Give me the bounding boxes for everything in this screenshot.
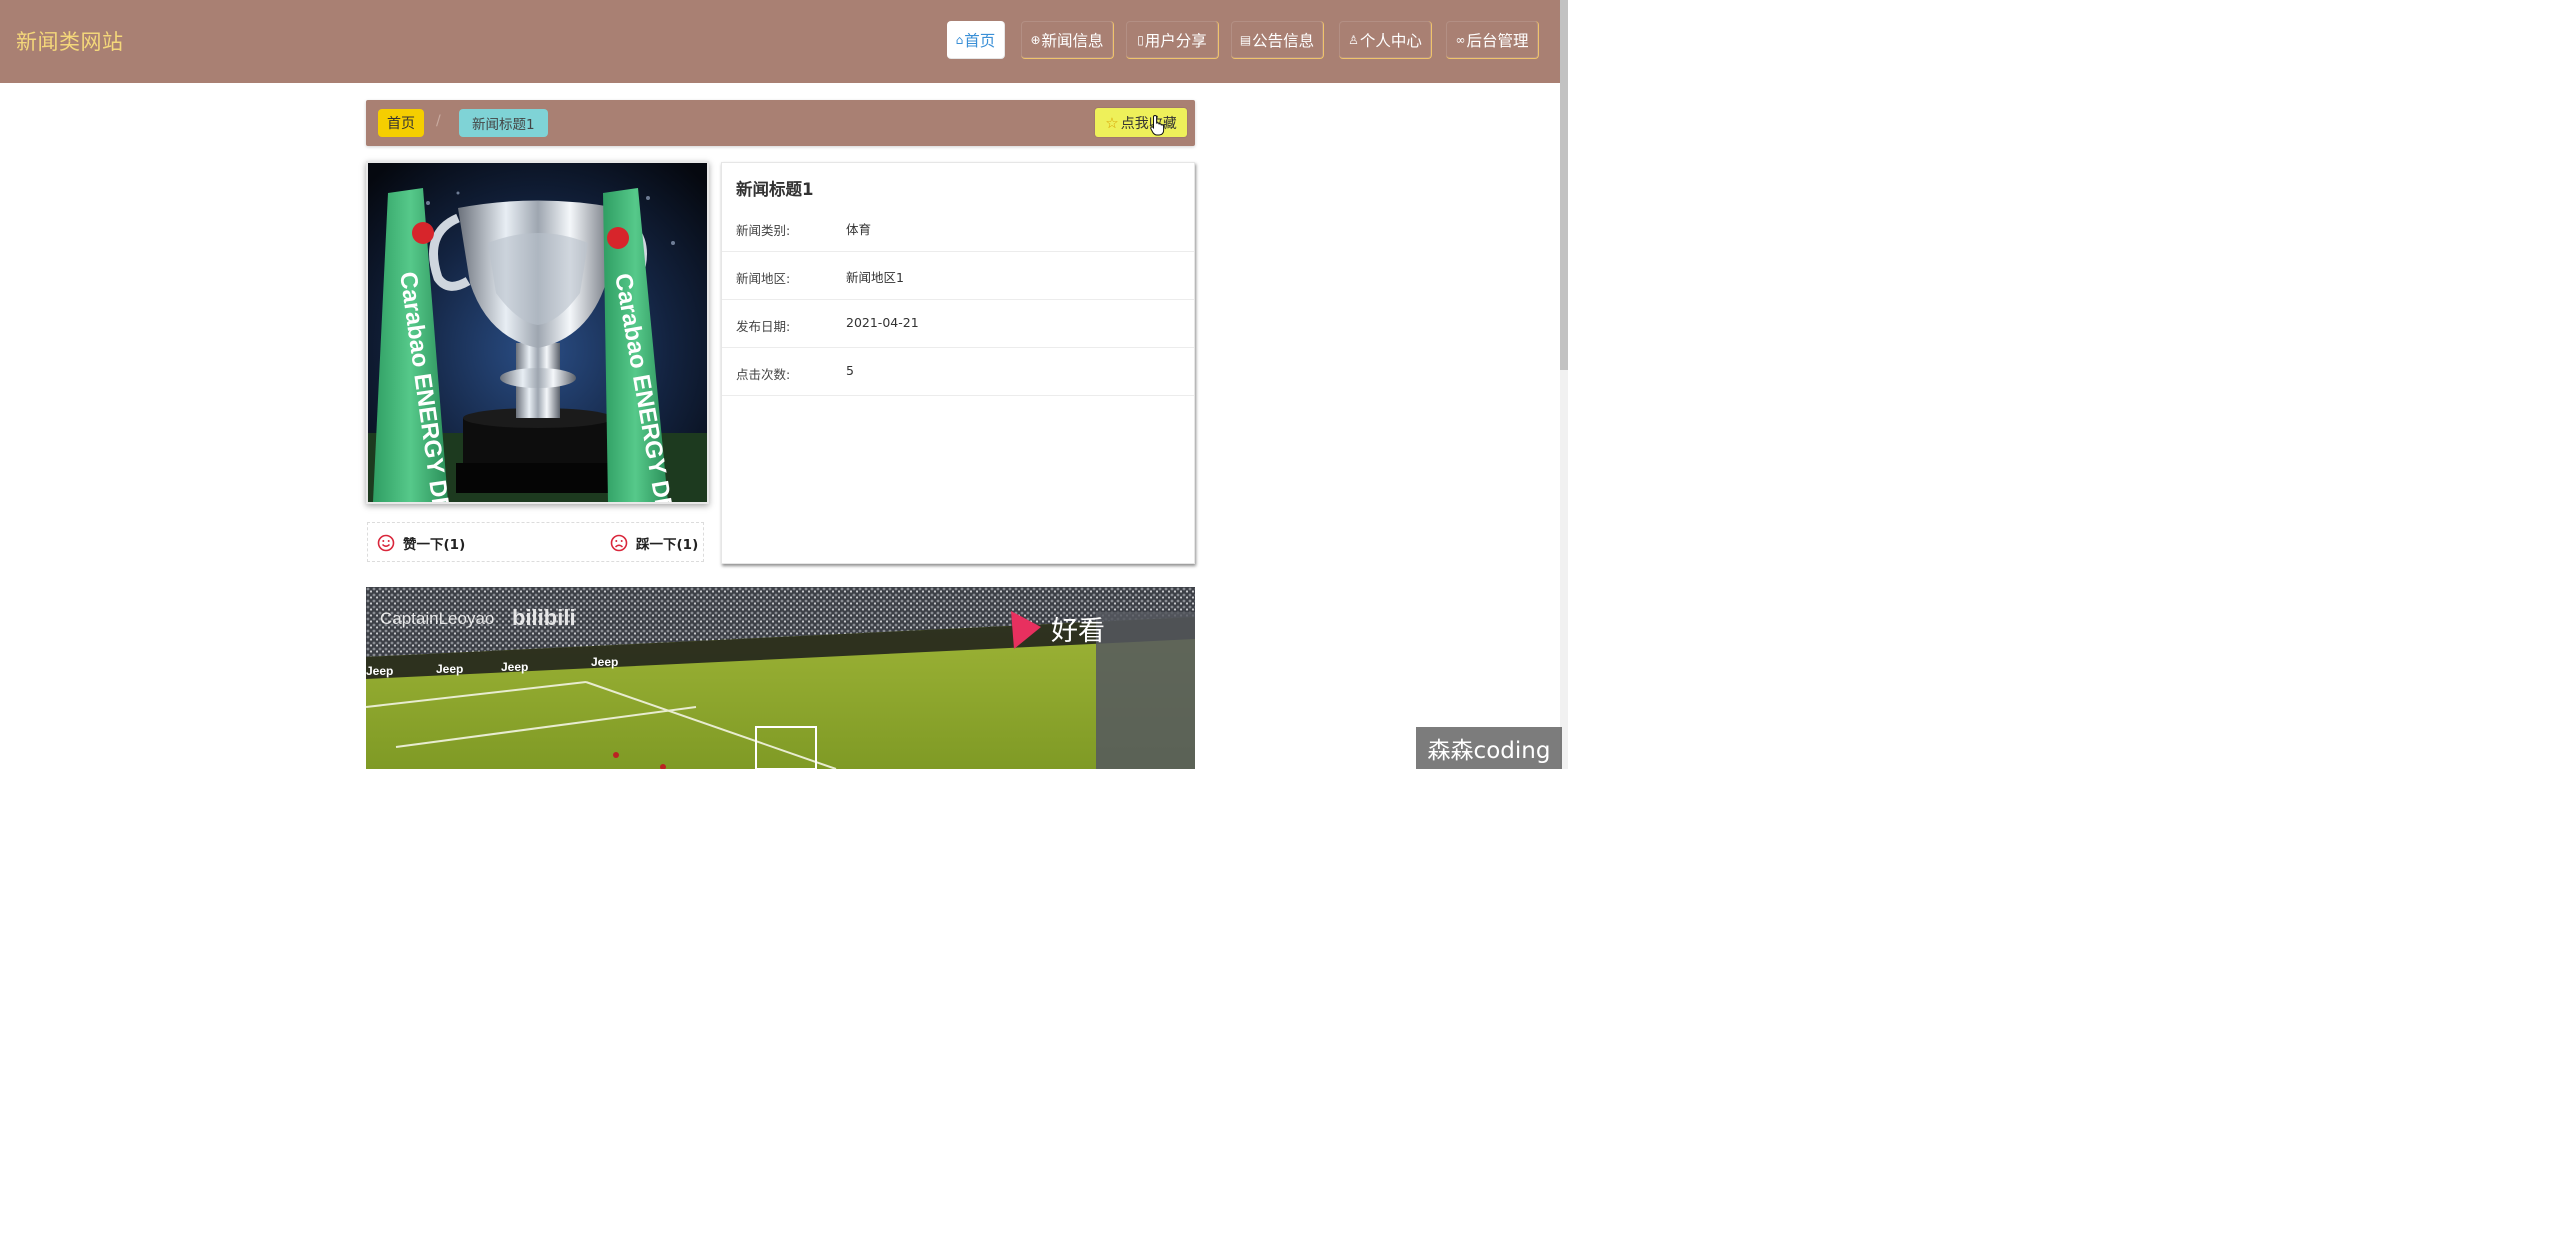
nav-news[interactable]: ⊕ 新闻信息 [1021, 21, 1114, 59]
nav-user-share[interactable]: ▯ 用户分享 [1126, 21, 1219, 59]
info-row-clicks: 点击次数: 5 [722, 347, 1194, 396]
favorite-button[interactable]: ☆ 点我收藏 [1095, 108, 1187, 137]
info-row-date: 发布日期: 2021-04-21 [722, 299, 1194, 348]
info-row-region: 新闻地区: 新闻地区1 [722, 251, 1194, 300]
smile-icon [377, 534, 395, 552]
info-row-category: 新闻类别: 体育 [722, 203, 1194, 252]
author-watermark: 森森coding [1416, 727, 1562, 769]
board-text-2: Jeep [436, 662, 463, 676]
site-title: 新闻类网站 [16, 30, 124, 54]
favorite-label: 点我收藏 [1120, 115, 1177, 132]
video-frame: Jeep Jeep Jeep Jeep CaptainLeoyao bilibi… [366, 587, 1195, 769]
like-button[interactable]: 赞一下(1) [377, 533, 465, 553]
breadcrumb-separator: / [436, 113, 441, 129]
breadcrumb-current: 新闻标题1 [459, 109, 548, 137]
star-icon: ☆ [1105, 113, 1119, 132]
nav-home[interactable]: ⌂ 首页 [947, 21, 1005, 59]
dislike-button[interactable]: 踩一下(1) [610, 533, 698, 553]
nav-admin[interactable]: ∞ 后台管理 [1446, 21, 1539, 59]
board-text-3: Jeep [501, 660, 528, 674]
hand-cursor-icon [1150, 114, 1165, 136]
nav-notice[interactable]: ▤ 公告信息 [1231, 21, 1324, 59]
frown-icon [610, 534, 628, 552]
news-info-panel: 新闻标题1 新闻类别: 体育 新闻地区: 新闻地区1 发布日期: 2021-04… [721, 162, 1195, 564]
breadcrumb-home[interactable]: 首页 [378, 109, 424, 137]
board-text-1: Jeep [366, 664, 393, 678]
notice-icon: ▤ [1239, 32, 1252, 47]
breadcrumb: 首页 / 新闻标题1 ☆ 点我收藏 [366, 100, 1195, 146]
trophy-image: Carabao ENERGY DR Carabao ENERGY DR [368, 163, 707, 502]
video-platform-watermark: bilibili [512, 605, 576, 630]
link-icon: ∞ [1455, 32, 1466, 47]
home-icon: ⌂ [955, 32, 964, 47]
dislike-label: 踩一下(1) [636, 537, 699, 553]
board-text-4: Jeep [591, 655, 618, 669]
news-video[interactable]: Jeep Jeep Jeep Jeep CaptainLeoyao bilibi… [366, 587, 1195, 769]
video-channel-watermark: CaptainLeoyao [380, 609, 494, 628]
news-image: Carabao ENERGY DR Carabao ENERGY DR [366, 161, 709, 504]
user-icon: ♙ [1348, 32, 1359, 47]
scrollbar-thumb[interactable] [1560, 0, 1568, 370]
video-logo-text: 好看 [1051, 616, 1105, 647]
news-title: 新闻标题1 [736, 180, 814, 199]
share-icon: ▯ [1137, 32, 1144, 47]
page-scrollbar[interactable] [1560, 0, 1568, 769]
top-header: 新闻类网站 ⌂ 首页 ⊕ 新闻信息 ▯ 用户分享 ▤ 公告信息 ♙ 个人中心 ∞ 后台管理 [0, 0, 1560, 83]
globe-icon: ⊕ [1030, 32, 1041, 47]
like-label: 赞一下(1) [403, 537, 466, 553]
vote-row: 赞一下(1) 踩一下(1) [367, 522, 704, 562]
nav-personal-center[interactable]: ♙ 个人中心 [1339, 21, 1432, 59]
